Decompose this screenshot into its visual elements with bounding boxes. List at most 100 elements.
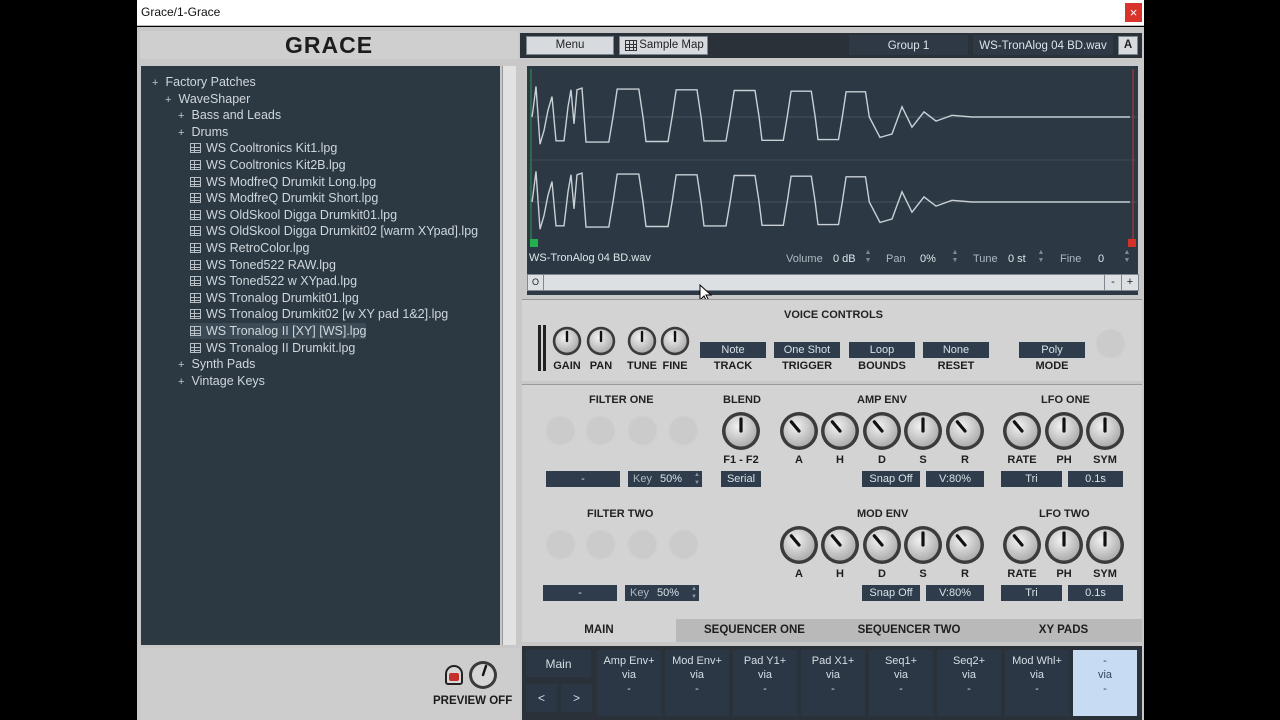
- tab-main[interactable]: MAIN: [522, 619, 676, 642]
- sample-map-button[interactable]: Sample Map: [619, 36, 708, 55]
- mod-slot[interactable]: Pad Y1+ via -: [733, 650, 797, 716]
- tree-file[interactable]: WS Tronalog Drumkit02 [w XY pad 1&2].lpg: [190, 306, 448, 322]
- expand-icon[interactable]: +: [152, 75, 162, 91]
- menu-button[interactable]: Menu: [526, 36, 614, 55]
- lfo-one-ph-knob[interactable]: [1044, 411, 1084, 451]
- mod-slot[interactable]: Mod Env+ via -: [665, 650, 729, 716]
- pan-stepper[interactable]: ▲ ▼: [951, 249, 959, 267]
- voice-pan-knob[interactable]: [586, 326, 616, 356]
- tree-file[interactable]: WS Tronalog II Drumkit.lpg: [190, 340, 355, 356]
- lfo-two-shape-selector[interactable]: Tri: [1001, 585, 1062, 601]
- lfo-one-shape-selector[interactable]: Tri: [1001, 471, 1062, 487]
- mod-env-r-knob[interactable]: [945, 525, 985, 565]
- mod-env-snap-selector[interactable]: Snap Off: [862, 585, 920, 601]
- tab-xy-pads[interactable]: XY PADS: [985, 619, 1142, 642]
- tune-value[interactable]: 0 st: [1008, 253, 1026, 265]
- mod-env-h-knob[interactable]: [820, 525, 860, 565]
- zoom-in-button[interactable]: +: [1121, 275, 1138, 290]
- voice-fine-knob[interactable]: [660, 326, 690, 356]
- browser-scrollbar[interactable]: [502, 66, 516, 645]
- tree-folder[interactable]: + Synth Pads: [178, 356, 255, 372]
- lfo-one-time[interactable]: 0.1s: [1068, 471, 1123, 487]
- preview-volume-knob[interactable]: [468, 660, 498, 690]
- mod-slot[interactable]: Seq1+ via -: [869, 650, 933, 716]
- tab-sequencer-one[interactable]: SEQUENCER ONE: [676, 619, 833, 642]
- mod-slot[interactable]: - via -: [1073, 650, 1137, 716]
- tree-folder[interactable]: + Bass and Leads: [178, 107, 281, 123]
- tree-folder[interactable]: + Drums: [178, 124, 228, 140]
- tree-folder[interactable]: + Factory Patches: [152, 74, 256, 90]
- headphones-icon[interactable]: [445, 665, 463, 685]
- mod-env-d-knob[interactable]: [862, 525, 902, 565]
- tree-file[interactable]: WS ModfreQ Drumkit Short.lpg: [190, 190, 378, 206]
- filter-two-type-selector[interactable]: -: [543, 585, 617, 601]
- end-marker[interactable]: [1128, 239, 1136, 247]
- lfo-two-ph-knob[interactable]: [1044, 525, 1084, 565]
- mod-env-velocity[interactable]: V:80%: [926, 585, 984, 601]
- volume-stepper[interactable]: ▲ ▼: [864, 249, 872, 267]
- voice-tune-knob[interactable]: [627, 326, 657, 356]
- tree-file[interactable]: WS OldSkool Digga Drumkit01.lpg: [190, 207, 397, 223]
- start-marker[interactable]: [530, 239, 538, 247]
- reset-selector[interactable]: None: [923, 342, 989, 358]
- mod-env-a-knob[interactable]: [779, 525, 819, 565]
- amp-env-a-knob[interactable]: [779, 411, 819, 451]
- mod-slot[interactable]: Pad X1+ via -: [801, 650, 865, 716]
- track-selector[interactable]: Note: [700, 342, 766, 358]
- tree-file[interactable]: WS OldSkool Digga Drumkit02 [warm XYpad]…: [190, 223, 478, 239]
- expand-icon[interactable]: +: [165, 92, 175, 108]
- fine-value[interactable]: 0: [1098, 253, 1104, 265]
- tree-file[interactable]: WS RetroColor.lpg: [190, 240, 310, 256]
- tree-folder[interactable]: + Vintage Keys: [178, 373, 265, 389]
- expand-icon[interactable]: +: [178, 125, 188, 141]
- lfo-one-rate-knob[interactable]: [1002, 411, 1042, 451]
- group-selector[interactable]: Group 1: [849, 35, 968, 55]
- expand-icon[interactable]: +: [178, 357, 188, 373]
- amp-env-h-knob[interactable]: [820, 411, 860, 451]
- waveform-scrollbar[interactable]: O - +: [527, 274, 1139, 291]
- fine-stepper[interactable]: ▲ ▼: [1123, 249, 1131, 267]
- bounds-selector[interactable]: Loop: [849, 342, 915, 358]
- amp-env-s-knob[interactable]: [903, 411, 943, 451]
- sample-selector[interactable]: WS-TronAlog 04 BD.wav: [973, 35, 1113, 55]
- amp-env-snap-selector[interactable]: Snap Off: [862, 471, 920, 487]
- mod-slot[interactable]: Amp Env+ via -: [597, 650, 661, 716]
- tree-file[interactable]: WS Toned522 RAW.lpg: [190, 257, 336, 273]
- waveform-display[interactable]: WS-TronAlog 04 BD.wav Volume 0 dB ▲ ▼ Pan…: [525, 64, 1140, 297]
- pan-value[interactable]: 0%: [920, 253, 936, 265]
- filter-one-key[interactable]: Key 50% ▲ ▼: [628, 471, 702, 487]
- lfo-two-sym-knob[interactable]: [1085, 525, 1125, 565]
- blend-knob[interactable]: [721, 411, 761, 451]
- tune-stepper[interactable]: ▲ ▼: [1037, 249, 1045, 267]
- volume-value[interactable]: 0 dB: [833, 253, 856, 265]
- filter-two-key[interactable]: Key 50% ▲ ▼: [625, 585, 699, 601]
- close-button[interactable]: ×: [1125, 3, 1142, 22]
- lfo-one-sym-knob[interactable]: [1085, 411, 1125, 451]
- lfo-two-time[interactable]: 0.1s: [1068, 585, 1123, 601]
- tree-file[interactable]: WS Tronalog Drumkit01.lpg: [190, 290, 359, 306]
- tree-file[interactable]: WS Tronalog II [XY] [WS].lpg: [190, 323, 367, 339]
- amp-env-velocity[interactable]: V:80%: [926, 471, 984, 487]
- tree-file[interactable]: WS Cooltronics Kit1.lpg: [190, 140, 337, 156]
- expand-icon[interactable]: +: [178, 108, 188, 124]
- mod-slot[interactable]: Seq2+ via -: [937, 650, 1001, 716]
- lfo-two-rate-knob[interactable]: [1002, 525, 1042, 565]
- mod-slot[interactable]: Mod Whl+ via -: [1005, 650, 1069, 716]
- mode-selector[interactable]: Poly: [1019, 342, 1085, 358]
- tree-file[interactable]: WS ModfreQ Drumkit Long.lpg: [190, 174, 376, 190]
- filter-one-type-selector[interactable]: -: [546, 471, 620, 487]
- tree-folder[interactable]: + WaveShaper: [165, 91, 250, 107]
- amp-env-d-knob[interactable]: [862, 411, 902, 451]
- amp-env-r-knob[interactable]: [945, 411, 985, 451]
- filter-two-key-stepper[interactable]: ▲ ▼: [691, 585, 697, 601]
- trigger-selector[interactable]: One Shot: [774, 342, 840, 358]
- voice-gain-knob[interactable]: [552, 326, 582, 356]
- mod-prev-button[interactable]: <: [526, 684, 557, 712]
- mod-next-button[interactable]: >: [561, 684, 592, 712]
- mod-env-s-knob[interactable]: [903, 525, 943, 565]
- scroll-start-button[interactable]: O: [528, 275, 544, 290]
- expand-icon[interactable]: +: [178, 374, 188, 390]
- a-button[interactable]: A: [1118, 36, 1138, 55]
- mod-page-main[interactable]: Main: [526, 650, 591, 677]
- zoom-out-button[interactable]: -: [1104, 275, 1121, 290]
